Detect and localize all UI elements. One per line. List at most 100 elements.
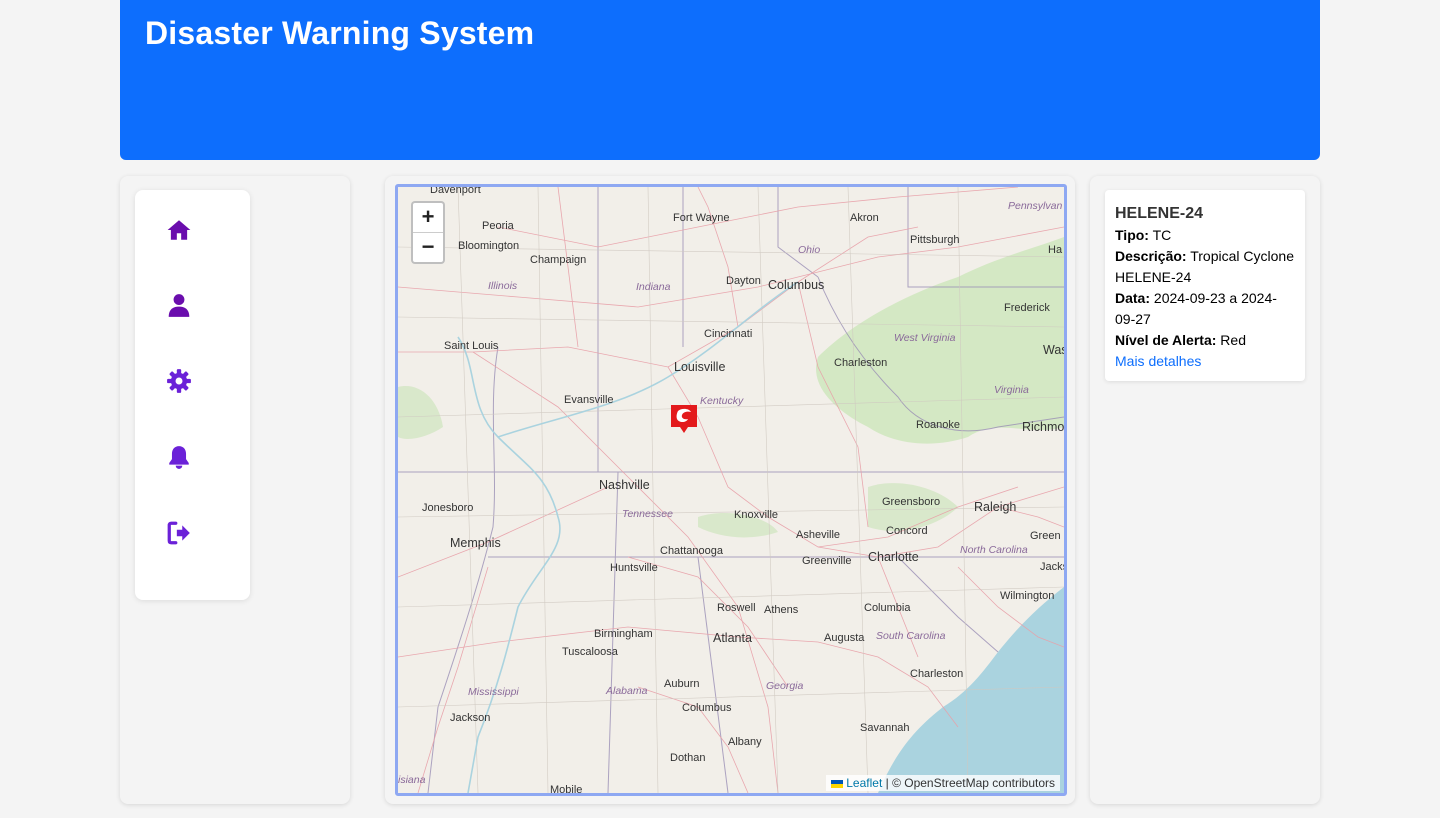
- nav-settings-button[interactable]: [164, 366, 194, 396]
- state-label: Pennsylvan: [1008, 200, 1062, 212]
- city-label: Fort Wayne: [673, 212, 729, 224]
- state-label: Alabama: [605, 685, 648, 697]
- map-tiles: Davenport Peoria Bloomington Champaign F…: [398, 187, 1064, 793]
- city-label: Davenport: [430, 187, 481, 196]
- city-label: Charleston: [834, 357, 887, 369]
- data-row: Data: 2024-09-23 a 2024-09-27: [1115, 288, 1295, 330]
- state-label: isiana: [398, 774, 426, 786]
- state-label: South Carolina: [876, 630, 946, 642]
- city-label: Champaign: [530, 254, 586, 266]
- sidebar-nav: [135, 190, 250, 600]
- nav-notifications-button[interactable]: [164, 442, 194, 472]
- logout-icon: [167, 521, 190, 545]
- city-label: Birmingham: [594, 628, 653, 640]
- city-label: Asheville: [796, 529, 840, 541]
- leaflet-link[interactable]: Leaflet: [846, 776, 882, 790]
- city-label: Jackson: [1040, 561, 1064, 573]
- city-label: Concord: [886, 525, 928, 537]
- city-label: Nashville: [599, 478, 650, 492]
- city-label: Huntsville: [610, 562, 658, 574]
- city-label: Augusta: [824, 632, 865, 644]
- city-label: Richmo: [1022, 420, 1064, 434]
- tipo-label: Tipo:: [1115, 227, 1149, 243]
- city-label: Frederick: [1004, 302, 1050, 314]
- city-label: Charleston: [910, 668, 963, 680]
- state-label: Virginia: [994, 384, 1029, 396]
- city-label: Roanoke: [916, 419, 960, 431]
- nav-home-button[interactable]: [164, 215, 194, 245]
- user-icon: [168, 294, 190, 317]
- city-label: Wilmington: [1000, 590, 1054, 602]
- page-title: Disaster Warning System: [145, 15, 535, 51]
- city-label: Roswell: [717, 602, 756, 614]
- info-panel: HELENE-24 Tipo: TC Descrição: Tropical C…: [1090, 176, 1320, 804]
- cyclone-icon: [671, 405, 697, 433]
- map-panel: Davenport Peoria Bloomington Champaign F…: [385, 176, 1075, 804]
- disaster-info-card: HELENE-24 Tipo: TC Descrição: Tropical C…: [1105, 190, 1305, 381]
- state-label: Tennessee: [622, 508, 673, 520]
- city-label: Peoria: [482, 220, 515, 232]
- city-label: Chattanooga: [660, 545, 724, 557]
- city-label: Savannah: [860, 722, 910, 734]
- home-icon: [167, 220, 191, 240]
- city-label: Saint Louis: [444, 340, 499, 352]
- gear-icon: [167, 369, 191, 393]
- city-label: Greenville: [802, 555, 852, 567]
- zoom-in-button[interactable]: +: [413, 203, 443, 233]
- nivel-value: Red: [1220, 332, 1246, 348]
- map-view[interactable]: Davenport Peoria Bloomington Champaign F…: [395, 184, 1067, 796]
- city-label: Albany: [728, 736, 762, 748]
- city-label: Memphis: [450, 536, 501, 550]
- city-label: Columbus: [682, 702, 732, 714]
- city-label: Cincinnati: [704, 328, 752, 340]
- city-label: Bloomington: [458, 240, 519, 252]
- state-label: West Virginia: [894, 332, 956, 344]
- city-label: Auburn: [664, 678, 699, 690]
- city-label: Atlanta: [713, 631, 752, 645]
- nav-profile-button[interactable]: [164, 290, 194, 320]
- header-banner: Disaster Warning System: [120, 0, 1320, 160]
- city-label: Evansville: [564, 394, 614, 406]
- disaster-marker[interactable]: [669, 403, 699, 435]
- city-label: Wash: [1043, 343, 1064, 357]
- state-label: Georgia: [766, 680, 804, 692]
- bell-icon: [169, 446, 189, 469]
- state-label: Illinois: [488, 280, 518, 292]
- city-label: Jonesboro: [422, 502, 473, 514]
- data-label: Data:: [1115, 290, 1151, 306]
- state-label: Ohio: [798, 244, 820, 256]
- state-label: Mississippi: [468, 686, 519, 698]
- nivel-label: Nível de Alerta:: [1115, 332, 1217, 348]
- city-label: Columbia: [864, 602, 911, 614]
- city-label: Ha: [1048, 244, 1063, 256]
- nav-logout-button[interactable]: [164, 518, 194, 548]
- tipo-value: TC: [1152, 227, 1172, 243]
- disaster-title: HELENE-24: [1115, 205, 1204, 222]
- details-link[interactable]: Mais detalhes: [1115, 353, 1201, 369]
- nivel-row: Nível de Alerta: Red: [1115, 330, 1295, 351]
- city-label: Jackson: [450, 712, 490, 724]
- city-label: Knoxville: [734, 509, 778, 521]
- city-label: Raleigh: [974, 500, 1016, 514]
- city-label: Columbus: [768, 278, 824, 292]
- city-label: Greensboro: [882, 496, 940, 508]
- city-label: Akron: [850, 212, 879, 224]
- state-label: Kentucky: [700, 395, 744, 407]
- city-label: Mobile: [550, 784, 582, 793]
- city-label: Pittsburgh: [910, 234, 960, 246]
- city-label: Athens: [764, 604, 799, 616]
- ukraine-flag-icon: [831, 779, 844, 788]
- descricao-label: Descrição:: [1115, 248, 1187, 264]
- state-label: North Carolina: [960, 544, 1028, 556]
- city-label: Green: [1030, 530, 1061, 542]
- state-label: Indiana: [636, 281, 671, 293]
- city-label: Tuscaloosa: [562, 646, 619, 658]
- city-label: Dothan: [670, 752, 705, 764]
- tipo-row: Tipo: TC: [1115, 225, 1295, 246]
- zoom-out-button[interactable]: −: [413, 233, 443, 262]
- attribution-text: | © OpenStreetMap contributors: [885, 776, 1055, 790]
- descricao-row: Descrição: Tropical Cyclone HELENE-24: [1115, 246, 1295, 288]
- zoom-control: + −: [411, 201, 445, 264]
- sidebar-panel: [120, 176, 350, 804]
- city-label: Charlotte: [868, 550, 919, 564]
